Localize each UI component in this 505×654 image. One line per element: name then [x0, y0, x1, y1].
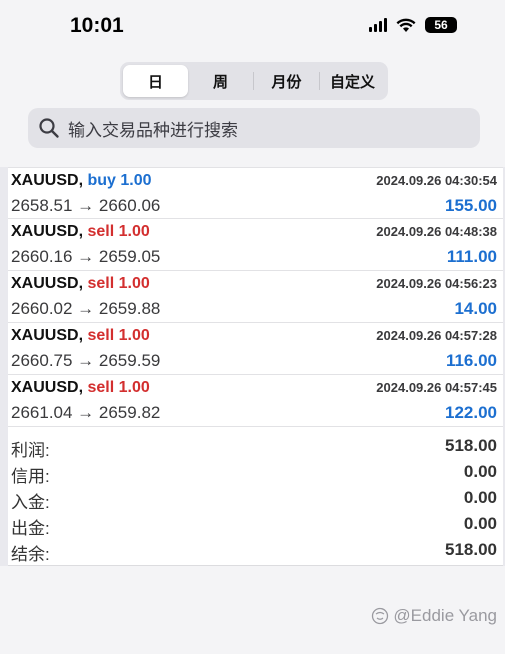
summary-label: 结余:	[11, 545, 50, 564]
trade-profit: 122.00	[445, 403, 497, 422]
summary-value: 0.00	[463, 514, 497, 533]
account-summary: 利润: 518.00 信用: 0.00 入金: 0.00 出金: 0.00 结余…	[8, 427, 503, 565]
trade-prices: 2660.02 → 2659.88	[11, 299, 161, 318]
tab-month[interactable]: 月份	[254, 65, 319, 97]
trade-profit: 14.00	[454, 299, 497, 318]
watermark: @Eddie Yang	[371, 606, 497, 626]
trade-row[interactable]: XAUUSD, buy 1.00 2024.09.26 04:30:54 265…	[8, 167, 503, 219]
status-bar: 10:01 56	[0, 0, 505, 52]
trade-datetime: 2024.09.26 04:57:28	[376, 328, 497, 343]
trade-row[interactable]: XAUUSD, sell 1.00 2024.09.26 04:57:28 26…	[8, 323, 503, 375]
summary-value: 0.00	[463, 462, 497, 481]
tab-week[interactable]: 周	[188, 65, 253, 97]
summary-row-deposit: 入金: 0.00	[8, 487, 503, 513]
trade-side-volume: sell 1.00	[87, 379, 150, 396]
trade-prices: 2660.75 → 2659.59	[11, 351, 161, 370]
summary-label: 入金:	[11, 493, 50, 512]
trade-side-volume: sell 1.00	[87, 223, 150, 240]
history-panel: XAUUSD, buy 1.00 2024.09.26 04:30:54 265…	[8, 167, 503, 567]
trade-prices: 2661.04 → 2659.82	[11, 403, 161, 422]
trade-side-volume: buy 1.00	[87, 172, 152, 189]
summary-label: 出金:	[11, 519, 50, 538]
trade-symbol: XAUUSD, buy 1.00	[11, 172, 152, 189]
trade-symbol: XAUUSD, sell 1.00	[11, 327, 150, 344]
trade-profit: 155.00	[445, 196, 497, 215]
trade-datetime: 2024.09.26 04:30:54	[376, 173, 497, 188]
trade-symbol: XAUUSD, sell 1.00	[11, 223, 150, 240]
trade-datetime: 2024.09.26 04:48:38	[376, 224, 497, 239]
trade-side-volume: sell 1.00	[87, 327, 150, 344]
summary-row-credit: 信用: 0.00	[8, 461, 503, 487]
watermark-text: @Eddie Yang	[393, 606, 497, 625]
trade-profit: 116.00	[445, 351, 497, 370]
period-segmented-control: 日 周 月份 自定义	[120, 62, 388, 100]
battery-icon: 56	[425, 17, 457, 33]
trade-prices: 2658.51 → 2660.06	[11, 196, 161, 215]
search-input[interactable]: 输入交易品种进行搜索	[28, 108, 480, 148]
trade-row[interactable]: XAUUSD, sell 1.00 2024.09.26 04:48:38 26…	[8, 219, 503, 271]
summary-label: 利润:	[11, 441, 50, 460]
trade-symbol: XAUUSD, sell 1.00	[11, 275, 150, 292]
status-time: 10:01	[70, 14, 124, 37]
tab-day[interactable]: 日	[123, 65, 188, 97]
trade-row[interactable]: XAUUSD, sell 1.00 2024.09.26 04:57:45 26…	[8, 375, 503, 427]
summary-row-balance: 结余: 518.00	[8, 539, 503, 565]
search-placeholder: 输入交易品种进行搜索	[68, 120, 238, 140]
trade-profit: 111.00	[446, 247, 497, 266]
trade-row[interactable]: XAUUSD, sell 1.00 2024.09.26 04:56:23 26…	[8, 271, 503, 323]
summary-value: 518.00	[445, 540, 497, 559]
zhihu-logo-icon	[372, 607, 389, 625]
summary-row-profit: 利润: 518.00	[8, 435, 503, 461]
summary-row-withdrawal: 出金: 0.00	[8, 513, 503, 539]
summary-value: 518.00	[445, 436, 497, 455]
wifi-icon	[396, 18, 416, 32]
trade-datetime: 2024.09.26 04:57:45	[376, 380, 497, 395]
status-icons: 56	[369, 17, 457, 33]
tab-custom[interactable]: 自定义	[320, 65, 385, 97]
trade-list: XAUUSD, buy 1.00 2024.09.26 04:30:54 265…	[8, 167, 503, 427]
trade-symbol: XAUUSD, sell 1.00	[11, 379, 150, 396]
filter-area: 日 周 月份 自定义 输入交易品种进行搜索	[0, 52, 505, 167]
cellular-signal-icon	[369, 18, 387, 32]
summary-label: 信用:	[11, 467, 50, 486]
summary-value: 0.00	[463, 488, 497, 507]
search-icon	[39, 118, 59, 138]
trade-prices: 2660.16 → 2659.05	[11, 247, 161, 266]
trade-side-volume: sell 1.00	[87, 275, 150, 292]
trade-datetime: 2024.09.26 04:56:23	[376, 276, 497, 291]
